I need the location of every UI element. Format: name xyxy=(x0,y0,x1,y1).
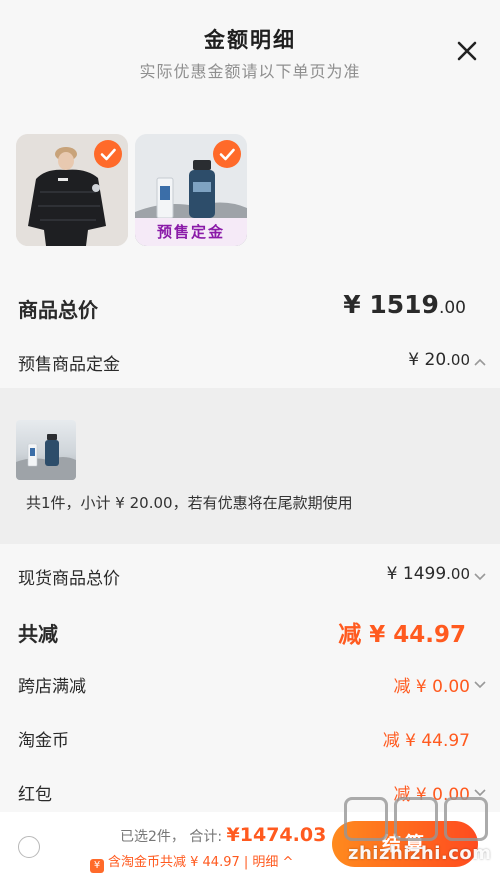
total-reduction-value: 减 ¥ 44.97 xyxy=(338,622,466,648)
sheet-title: 金额明细 xyxy=(204,28,296,52)
red-packet-value: 减 ¥ 0.00 xyxy=(393,785,470,805)
row-red-packet[interactable]: 红包 减 ¥ 0.00 xyxy=(0,776,500,810)
checkout-button[interactable]: 结算 xyxy=(332,821,478,867)
chevron-up-icon[interactable] xyxy=(472,354,488,370)
row-spot-goods-total[interactable]: 现货商品总价 ¥ 1499.00 xyxy=(0,560,500,594)
presale-detail-panel: 共1件，小计 ¥ 20.00，若有优惠将在尾款期使用 xyxy=(0,388,500,544)
close-button[interactable] xyxy=(452,36,482,66)
selected-count: 已选2件， xyxy=(120,829,185,845)
total-amount: ¥1474.03 xyxy=(226,824,327,846)
presale-deposit-label: 预售商品定金 xyxy=(18,355,120,375)
row-taobao-coin: 淘金币 减 ¥ 44.97 xyxy=(0,722,500,756)
presale-product-thumb[interactable] xyxy=(16,420,76,480)
row-cross-store-discount[interactable]: 跨店满减 减 ¥ 0.00 xyxy=(0,668,500,702)
sheet-subtitle: 实际优惠金额请以下单页为准 xyxy=(139,62,361,81)
chevron-down-icon[interactable] xyxy=(472,568,488,584)
coin-discount-text: 含淘金币共减 ¥ 44.97 | 明细 ^ xyxy=(108,855,294,870)
chevron-down-icon[interactable] xyxy=(472,676,488,692)
goods-total-label: 商品总价 xyxy=(18,298,98,322)
row-goods-total: 商品总价 ¥ 1519.00 xyxy=(0,288,500,328)
selected-check[interactable] xyxy=(213,140,241,168)
skincare-mini-image xyxy=(16,434,76,480)
presale-note: 共1件，小计 ¥ 20.00，若有优惠将在尾款期使用 xyxy=(26,494,353,512)
selected-summary: 已选2件， 合计: ¥1474.03 xyxy=(120,824,326,846)
check-icon xyxy=(100,148,116,161)
product-thumb-jacket[interactable] xyxy=(16,134,128,246)
presale-deposit-badge: 预售定金 xyxy=(135,218,247,246)
coin-discount-detail-link[interactable]: ¥ 含淘金币共减 ¥ 44.97 | 明细 ^ xyxy=(90,851,293,873)
cross-store-label: 跨店满减 xyxy=(18,677,86,697)
amount-detail-sheet: 金额明细 实际优惠金额请以下单页为准 预售定金 商品总价 ¥ 1519.00 预… xyxy=(0,0,500,873)
goods-total-value: ¥ 1519.00 xyxy=(343,290,466,319)
spot-goods-label: 现货商品总价 xyxy=(18,569,120,589)
close-icon xyxy=(457,41,477,61)
row-total-reduction: 共减 减 ¥ 44.97 xyxy=(0,612,500,652)
select-all-radio[interactable] xyxy=(18,836,40,858)
selected-check[interactable] xyxy=(94,140,122,168)
total-reduction-label: 共减 xyxy=(18,622,58,646)
check-icon xyxy=(219,148,235,161)
chevron-down-icon[interactable] xyxy=(472,784,488,800)
red-packet-label: 红包 xyxy=(18,785,52,805)
checkout-bar: 已选2件， 合计: ¥1474.03 ¥ 含淘金币共减 ¥ 44.97 | 明细 … xyxy=(0,812,500,873)
sheet-header: 金额明细 实际优惠金额请以下单页为准 xyxy=(0,0,500,100)
coin-icon: ¥ xyxy=(90,859,104,873)
coin-label: 淘金币 xyxy=(18,731,69,751)
coin-value: 减 ¥ 44.97 xyxy=(382,731,470,751)
row-presale-deposit[interactable]: 预售商品定金 ¥ 20.00 xyxy=(0,346,500,380)
presale-deposit-value: ¥ 20.00 xyxy=(408,350,470,370)
total-label: 合计: xyxy=(189,829,223,845)
spot-goods-value: ¥ 1499.00 xyxy=(386,564,470,584)
cross-store-value: 减 ¥ 0.00 xyxy=(393,677,470,697)
product-thumb-skincare[interactable]: 预售定金 xyxy=(135,134,247,246)
